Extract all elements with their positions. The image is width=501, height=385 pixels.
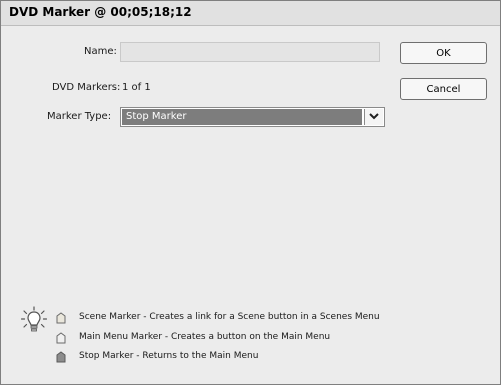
- marker-type-selected-value: Stop Marker: [122, 109, 362, 125]
- stop-marker-description: Stop Marker - Returns to the Main Menu: [79, 351, 259, 361]
- chevron-down-icon: [369, 113, 379, 120]
- name-label: Name:: [84, 46, 117, 57]
- stop-marker-icon: [56, 351, 66, 363]
- title-bar[interactable]: DVD Marker @ 00;05;18;12: [1, 1, 500, 26]
- marker-type-label: Marker Type:: [47, 111, 112, 122]
- main-menu-marker-description: Main Menu Marker - Creates a button on t…: [79, 332, 331, 342]
- dvd-marker-dialog: DVD Marker @ 00;05;18;12 Name: DVD Marke…: [0, 0, 501, 385]
- dvd-markers-count: 1 of 1: [122, 82, 151, 93]
- scene-marker-description: Scene Marker - Creates a link for a Scen…: [79, 312, 380, 322]
- main-menu-marker-icon: [56, 332, 66, 344]
- name-input[interactable]: [120, 42, 380, 62]
- dvd-markers-label: DVD Markers:: [52, 82, 121, 93]
- cancel-button[interactable]: Cancel: [400, 78, 487, 100]
- dropdown-button[interactable]: [364, 109, 383, 125]
- lightbulb-icon: [21, 306, 47, 332]
- scene-marker-icon: [56, 312, 66, 324]
- dialog-title: DVD Marker @ 00;05;18;12: [9, 5, 192, 19]
- ok-button[interactable]: OK: [400, 42, 487, 64]
- marker-type-select[interactable]: Stop Marker: [120, 107, 385, 127]
